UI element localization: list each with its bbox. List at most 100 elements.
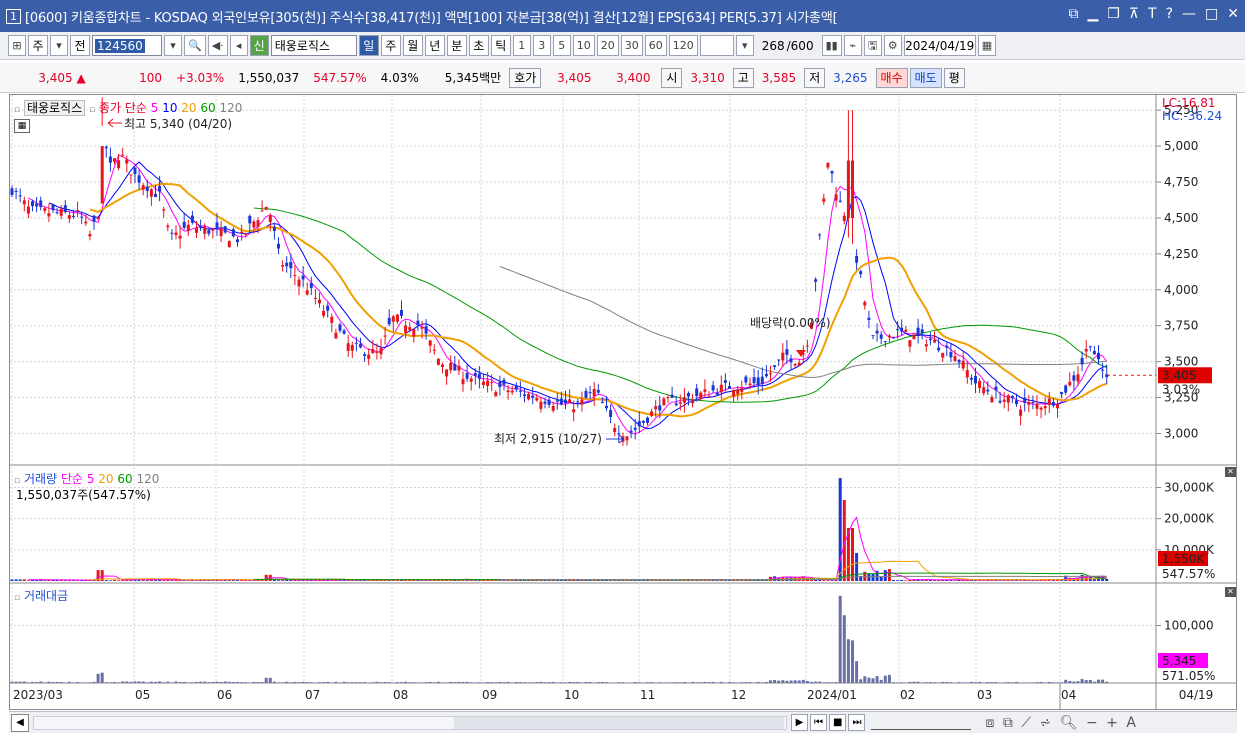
candle-body: [658, 405, 662, 411]
amount-bar: [842, 615, 846, 683]
compare-icon[interactable]: ▮▮: [821, 35, 842, 56]
pin-icon[interactable]: ⊼: [1129, 6, 1139, 22]
chart-area[interactable]: 2023/03 05 06 07 08 09 10 11 12 2024/01 02 03 04 04/1…: [9, 94, 1237, 710]
price-legend: ▫ 태웅로직스 ▫ 종가 단순 5 10 20 60 120: [14, 100, 243, 116]
calendar-icon[interactable]: ▦: [977, 35, 997, 56]
interval-1[interactable]: 1: [512, 35, 531, 56]
period-type-select[interactable]: 주: [28, 35, 48, 56]
candle-body: [662, 398, 666, 406]
high-price: 3,585: [761, 70, 797, 85]
candle-body: [215, 222, 219, 229]
amount-bar: [756, 681, 760, 683]
interval-10[interactable]: 10: [572, 35, 595, 56]
font-size-icon[interactable]: T: [1148, 6, 1157, 22]
help-icon[interactable]: ?: [1166, 6, 1173, 22]
amount-bar: [67, 681, 71, 683]
volume-close-icon[interactable]: ✕: [1225, 467, 1236, 477]
interval-30[interactable]: 30: [620, 35, 643, 56]
prev-button[interactable]: 전: [70, 35, 90, 56]
link-window-icon[interactable]: ⧉: [1068, 6, 1078, 22]
up-arrow-icon: ▲: [76, 70, 86, 85]
custom-interval-input[interactable]: [699, 35, 734, 56]
tab-daily[interactable]: 일: [358, 35, 379, 56]
candle-body: [732, 390, 736, 397]
candle-body: [846, 160, 850, 218]
restore-icon[interactable]: ❐: [1107, 6, 1120, 22]
draw-tool-icon[interactable]: ⌁: [843, 35, 862, 56]
buy-button[interactable]: 매수: [875, 67, 908, 88]
tab-weekly[interactable]: 주: [380, 35, 401, 56]
trend-icon[interactable]: ⟋: [1021, 715, 1033, 731]
interval-60[interactable]: 60: [644, 35, 667, 56]
amount-bar: [596, 682, 600, 683]
scroll-thumb[interactable]: [454, 716, 784, 729]
candle-body: [937, 347, 941, 351]
candle-body: [1019, 409, 1023, 416]
rewind-icon[interactable]: ⏮: [810, 714, 827, 731]
prev-stock-icon[interactable]: ◂: [229, 35, 248, 56]
candle-body: [974, 376, 977, 384]
amount-bar: [707, 682, 711, 683]
fib-icon[interactable]: ⩫: [1040, 715, 1054, 731]
price-legend-stock[interactable]: 태웅로직스: [23, 100, 86, 116]
candle-body: [518, 390, 522, 392]
close-icon[interactable]: ✕: [1227, 6, 1239, 22]
volume-bar: [113, 579, 116, 581]
interval-120[interactable]: 120: [668, 35, 698, 56]
candle-body: [125, 159, 129, 164]
interval-20[interactable]: 20: [596, 35, 619, 56]
stock-name-field[interactable]: 태웅로직스: [270, 35, 357, 56]
zoom-icon[interactable]: 🔍︎: [1060, 715, 1080, 731]
tab-monthly[interactable]: 월: [402, 35, 423, 56]
amount-tick-label: 100,000: [1164, 619, 1214, 633]
candle-body: [465, 373, 469, 379]
zoom-out-icon[interactable]: −: [1086, 715, 1100, 731]
tab-yearly[interactable]: 년: [424, 35, 445, 56]
chart-svg[interactable]: 2023/03 05 06 07 08 09 10 11 12 2024/01 02 03 04 04/1…: [10, 95, 1236, 709]
stop-icon[interactable]: ■: [829, 714, 847, 731]
gear-icon[interactable]: ⚙: [883, 35, 902, 56]
table-view-icon[interactable]: ▦: [14, 119, 30, 133]
hc-label: HC:-36.24: [1162, 109, 1223, 123]
amount-bar: [100, 672, 104, 683]
amount-bar: [334, 681, 338, 683]
candle-body: [711, 385, 715, 391]
minimize-icon[interactable]: ▁: [1087, 6, 1098, 22]
zoom-slider[interactable]: [871, 716, 972, 730]
code-dropdown-icon[interactable]: ▾: [164, 35, 182, 56]
min-window-icon[interactable]: —: [1182, 6, 1196, 22]
candle-body: [88, 233, 92, 237]
scroll-left-icon[interactable]: ◀: [11, 713, 29, 732]
sell-button[interactable]: 매도: [909, 67, 942, 88]
stock-code-input[interactable]: 124560: [92, 35, 162, 56]
scroll-track[interactable]: [33, 715, 787, 730]
amount-bar: [846, 639, 850, 683]
evaluate-button[interactable]: 평: [943, 67, 965, 88]
forward-icon[interactable]: ⏭: [848, 714, 866, 731]
interval-3[interactable]: 3: [532, 35, 551, 56]
interval-5[interactable]: 5: [552, 35, 571, 56]
tab-second[interactable]: 초: [468, 35, 489, 56]
amount-bar: [769, 680, 772, 683]
amount-bar: [211, 681, 215, 683]
custom-interval-dropdown-icon[interactable]: ▾: [735, 35, 754, 56]
candle-body: [424, 326, 428, 334]
max-window-icon[interactable]: □: [1205, 6, 1218, 22]
search-icon[interactable]: 🔍: [184, 35, 206, 56]
chart-menu-icon[interactable]: ⊞: [8, 35, 26, 56]
candle-body: [933, 340, 936, 343]
layout-icon[interactable]: ⧈: [985, 715, 996, 731]
split-icon[interactable]: ⧉: [1003, 715, 1015, 731]
zoom-in-icon[interactable]: +: [1106, 715, 1120, 731]
amount-close-icon[interactable]: ✕: [1225, 587, 1236, 597]
data-count[interactable]: 268: [756, 39, 785, 53]
amount-bar: [969, 681, 973, 683]
text-icon[interactable]: A: [1126, 715, 1138, 731]
play-icon[interactable]: ▶: [791, 714, 808, 731]
date-input[interactable]: 2024/04/19: [903, 35, 976, 56]
tab-minute[interactable]: 분: [446, 35, 467, 56]
sound-icon[interactable]: ◀·: [207, 35, 228, 56]
save-icon[interactable]: 🖫: [863, 35, 882, 56]
tab-tick[interactable]: 틱: [490, 35, 511, 56]
period-dropdown-icon[interactable]: ▾: [50, 35, 68, 56]
